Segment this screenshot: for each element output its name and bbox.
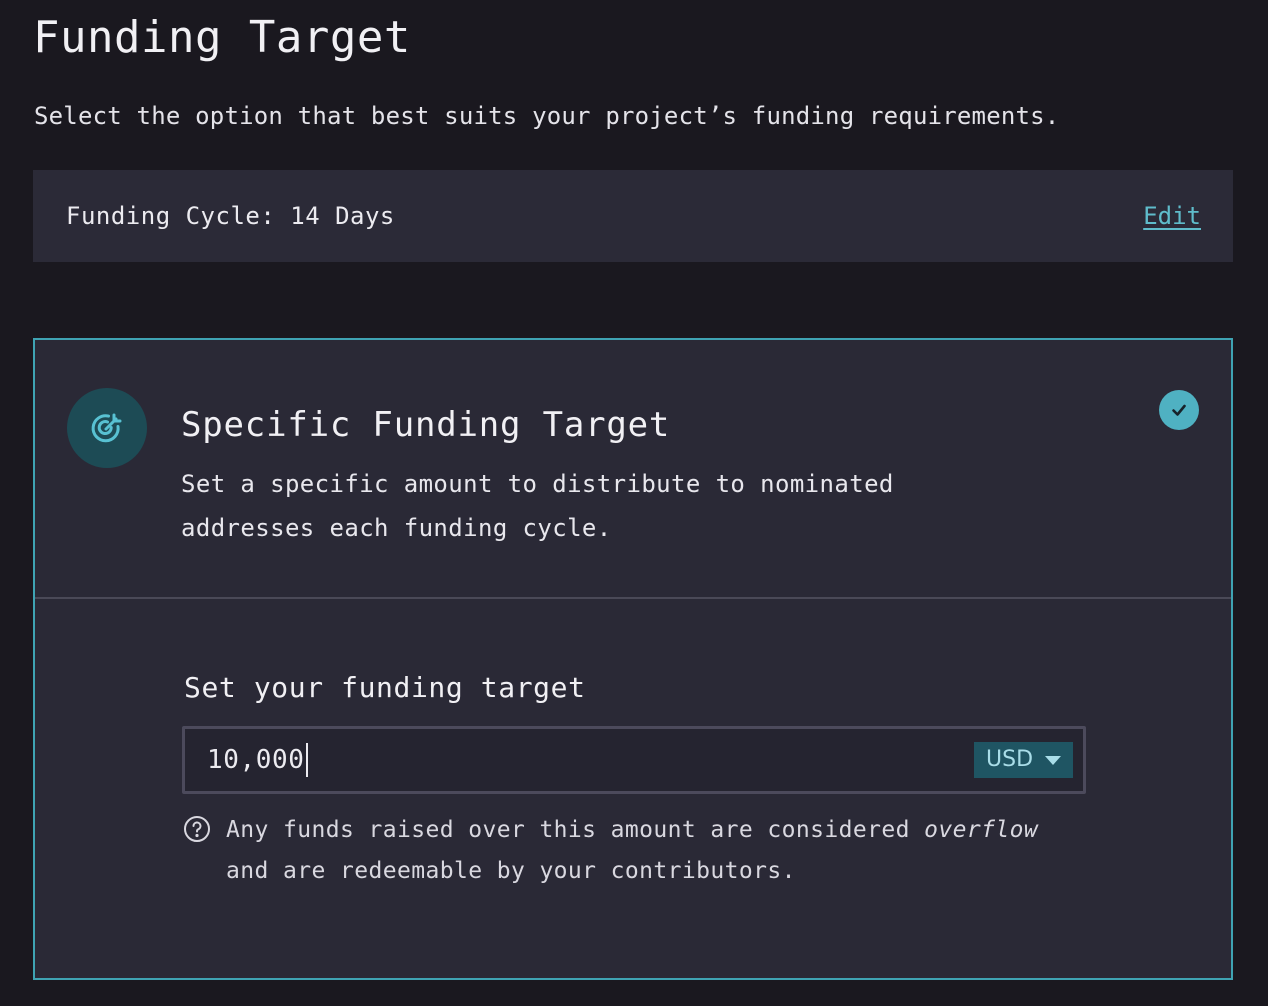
funding-target-value[interactable]: 10,000 [207, 743, 308, 777]
page-subtitle: Select the option that best suits your p… [34, 102, 1060, 130]
overflow-help-text: Any funds raised over this amount are co… [226, 810, 1086, 892]
help-text-suffix: and are redeemable by your contributors. [226, 858, 796, 884]
funding-cycle-bar: Funding Cycle: 14 Days Edit [33, 170, 1233, 262]
help-text-overflow: overflow [924, 817, 1039, 843]
option-title: Specific Funding Target [181, 405, 671, 445]
option-description: Set a specific amount to distribute to n… [181, 470, 894, 542]
edit-funding-cycle-link[interactable]: Edit [1143, 198, 1201, 234]
text-caret [305, 743, 308, 777]
option-divider [35, 597, 1231, 599]
funding-target-page: Funding Target Select the option that be… [0, 0, 1268, 1006]
help-icon [183, 815, 211, 843]
amount-text: 10,000 [207, 745, 305, 775]
funding-target-label: Set your funding target [184, 671, 586, 704]
help-text-prefix: Any funds raised over this amount are co… [226, 817, 910, 843]
page-title: Funding Target [33, 12, 411, 63]
option-header[interactable]: Specific Funding Target Set a specific a… [35, 340, 1231, 597]
currency-select[interactable]: USD [974, 742, 1073, 778]
currency-value: USD [986, 747, 1034, 772]
funding-target-input[interactable]: 10,000 USD [182, 726, 1086, 794]
funding-cycle-label: Funding Cycle: 14 Days [66, 202, 395, 230]
chevron-down-icon [1045, 755, 1062, 765]
target-icon [67, 388, 147, 468]
specific-funding-target-option[interactable]: Specific Funding Target Set a specific a… [33, 338, 1233, 980]
selected-check-icon [1159, 390, 1199, 430]
